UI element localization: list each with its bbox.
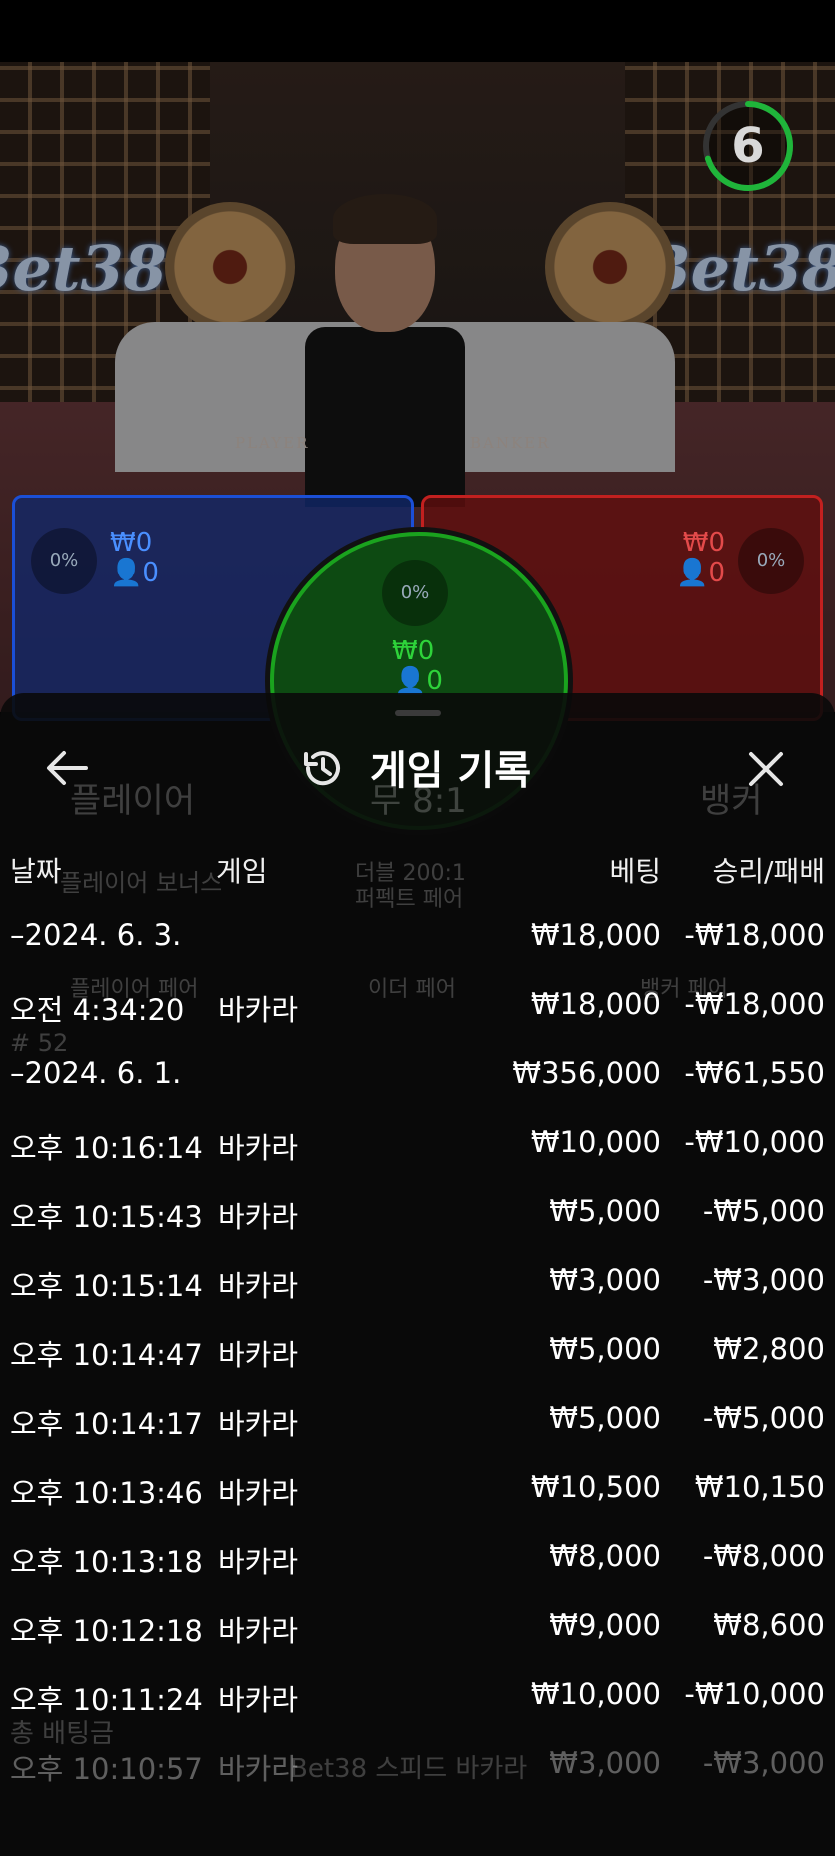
history-date-group-row[interactable]: –2024. 6. 3. ₩18,000 -₩18,000: [0, 918, 835, 978]
history-game: 바카라: [218, 1407, 299, 1441]
history-result: -₩3,000: [702, 1263, 825, 1297]
history-result: -₩18,000: [684, 987, 825, 1021]
back-arrow-icon[interactable]: [44, 748, 90, 788]
history-bet: ₩3,000: [549, 1263, 661, 1297]
tie-percent: 0%: [382, 560, 448, 626]
history-date: 오전 4:34:20: [10, 993, 185, 1027]
history-row: 오후 10:13:46 바카라 ₩10,500 ₩10,150: [0, 1470, 835, 1530]
history-date: –2024. 6. 1.: [10, 1056, 182, 1090]
tie-amount: ₩0: [392, 636, 435, 666]
history-date: 오후 10:12:18: [10, 1614, 203, 1648]
history-result: ₩8,600: [713, 1608, 825, 1642]
history-row: 오후 10:12:18 바카라 ₩9,000 ₩8,600: [0, 1608, 835, 1668]
history-game: 바카라: [218, 1683, 299, 1717]
history-game: 바카라: [218, 1131, 299, 1165]
history-bet: ₩18,000: [530, 918, 661, 952]
history-game: 바카라: [218, 1752, 299, 1786]
history-date: –2024. 6. 3.: [10, 918, 182, 952]
history-row: 오후 10:13:18 바카라 ₩8,000 -₩8,000: [0, 1539, 835, 1599]
history-row: 오전 4:34:20 바카라 ₩18,000 -₩18,000: [0, 987, 835, 1047]
history-game: 바카라: [218, 1614, 299, 1648]
history-bet: ₩9,000: [549, 1608, 661, 1642]
history-result: -₩5,000: [702, 1401, 825, 1435]
history-date: 오후 10:13:18: [10, 1545, 203, 1579]
history-date: 오후 10:11:24: [10, 1683, 203, 1717]
history-result: -₩5,000: [702, 1194, 825, 1228]
history-row: 오후 10:11:24 바카라 ₩10,000 -₩10,000: [0, 1677, 835, 1737]
history-game: 바카라: [218, 1545, 299, 1579]
history-result: -₩61,550: [684, 1056, 825, 1090]
history-result: -₩3,000: [702, 1746, 825, 1780]
column-win-loss: 승리/패배: [712, 855, 825, 888]
history-row: 오후 10:14:47 바카라 ₩5,000 ₩2,800: [0, 1332, 835, 1392]
player-amount: ₩0: [110, 528, 153, 558]
history-date: 오후 10:10:57: [10, 1752, 203, 1786]
history-date: 오후 10:14:47: [10, 1338, 203, 1372]
history-bet: ₩10,000: [530, 1677, 661, 1711]
bg-perfect-pair: 퍼펙트 페어: [355, 887, 464, 912]
history-date-group-row[interactable]: –2024. 6. 1. ₩356,000 -₩61,550: [0, 1056, 835, 1116]
history-result: -₩18,000: [684, 918, 825, 952]
history-game: 바카라: [218, 1200, 299, 1234]
history-game: 바카라: [218, 1476, 299, 1510]
history-game: 바카라: [218, 1269, 299, 1303]
history-date: 오후 10:15:43: [10, 1200, 203, 1234]
column-game: 게임: [216, 855, 268, 888]
history-date: 오후 10:15:14: [10, 1269, 203, 1303]
history-result: -₩10,000: [684, 1677, 825, 1711]
history-bet: ₩5,000: [549, 1401, 661, 1435]
tie-count: 👤0: [394, 666, 443, 696]
sheet-title: 게임 기록: [370, 748, 532, 794]
history-row: 오후 10:15:14 바카라 ₩3,000 -₩3,000: [0, 1263, 835, 1323]
banker-percent: 0%: [738, 528, 804, 594]
banker-amount: ₩0: [682, 528, 725, 558]
history-date: 오후 10:14:17: [10, 1407, 203, 1441]
history-game: 바카라: [218, 1338, 299, 1372]
history-date: 오후 10:16:14: [10, 1131, 203, 1165]
close-icon[interactable]: [745, 748, 787, 790]
history-bet: ₩10,000: [530, 1125, 661, 1159]
player-count: 👤0: [110, 558, 159, 588]
history-bet: ₩8,000: [549, 1539, 661, 1573]
bg-player-bonus: 플레이어 보너스: [60, 869, 223, 897]
history-date: 오후 10:13:46: [10, 1476, 203, 1510]
history-icon: [304, 751, 340, 786]
history-bet: ₩5,000: [549, 1332, 661, 1366]
column-date: 날짜: [10, 855, 62, 888]
history-row: 오후 10:15:43 바카라 ₩5,000 -₩5,000: [0, 1194, 835, 1254]
history-row: 오후 10:10:57 바카라 ₩3,000 -₩3,000: [0, 1746, 835, 1806]
history-result: ₩2,800: [713, 1332, 825, 1366]
history-result: ₩10,150: [694, 1470, 825, 1504]
user-icon: 👤: [110, 558, 143, 588]
history-bet: ₩5,000: [549, 1194, 661, 1228]
history-game: 바카라: [218, 993, 299, 1027]
history-result: -₩8,000: [702, 1539, 825, 1573]
player-percent: 0%: [31, 528, 97, 594]
history-bet: ₩18,000: [530, 987, 661, 1021]
history-bet: ₩356,000: [512, 1056, 661, 1090]
history-result: -₩10,000: [684, 1125, 825, 1159]
user-icon: 👤: [676, 558, 709, 588]
countdown-value: 6: [731, 118, 765, 174]
column-bet: 베팅: [609, 855, 661, 888]
history-bet: ₩3,000: [549, 1746, 661, 1780]
banker-count: 👤0: [676, 558, 725, 588]
history-row: 오후 10:16:14 바카라 ₩10,000 -₩10,000: [0, 1125, 835, 1185]
user-icon: 👤: [394, 666, 427, 696]
sheet-grab-handle[interactable]: [395, 710, 441, 716]
history-row: 오후 10:14:17 바카라 ₩5,000 -₩5,000: [0, 1401, 835, 1461]
history-bet: ₩10,500: [530, 1470, 661, 1504]
